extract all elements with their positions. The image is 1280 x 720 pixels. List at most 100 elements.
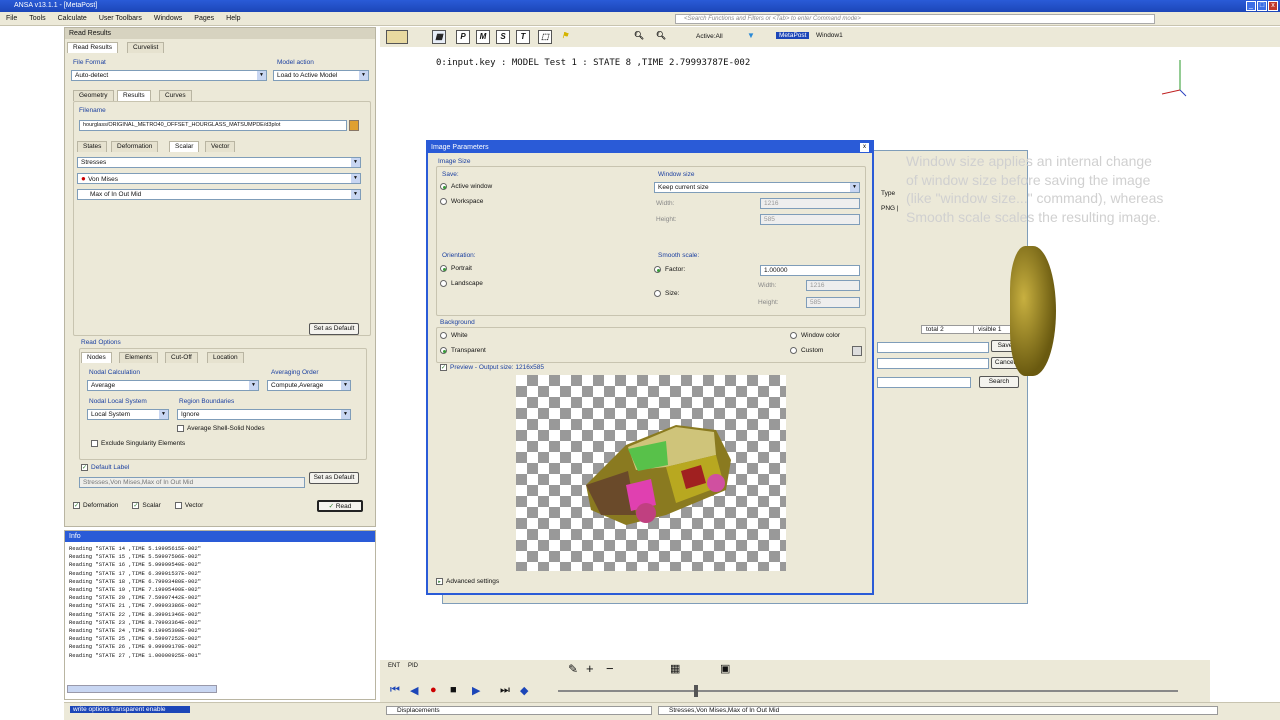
window-tag[interactable]: MetaPost [776, 32, 810, 39]
landscape-radio[interactable]: Landscape [440, 280, 483, 287]
menu-tools[interactable]: Tools [29, 15, 45, 22]
default-label-field[interactable]: Stresses,Von Mises,Max of In Out Mid [79, 477, 305, 488]
white-radio[interactable]: White [440, 332, 468, 339]
file-format-select[interactable]: Auto-detect ▼ [71, 70, 267, 81]
filename-field[interactable]: hourglass/ORIGINAL_METRO40_OFFSET_HOURGL… [79, 120, 347, 131]
save-name-field[interactable] [877, 342, 989, 353]
tab-states[interactable]: States [77, 141, 108, 152]
active-label[interactable]: Active:All [696, 33, 723, 40]
nodal-calc-select[interactable]: Average ▼ [87, 380, 259, 391]
search-button[interactable]: Search [979, 376, 1019, 388]
scalar-status[interactable]: Stresses,Von Mises,Max of In Out Mid [658, 706, 1218, 715]
tab-scalar[interactable]: Scalar [169, 141, 200, 152]
tab-cut-off[interactable]: Cut-Off [165, 352, 198, 363]
zoom-icon[interactable]: 🔍︎ [632, 30, 646, 44]
search-field[interactable] [877, 377, 971, 388]
folder-icon[interactable] [349, 120, 359, 131]
region-select[interactable]: Ignore ▼ [177, 409, 351, 420]
pid-icon[interactable]: PID [408, 663, 418, 669]
tab-results[interactable]: Results [117, 90, 151, 101]
read-button[interactable]: ✓ Read [317, 500, 363, 512]
avg-shell-solid-checkbox[interactable]: Average Shell-Solid Nodes [177, 425, 265, 432]
transparent-radio[interactable]: Transparent [440, 347, 486, 354]
scalar-location-select[interactable]: Max of In Out Mid ▼ [77, 189, 361, 200]
scalar-type-select[interactable]: Stresses ▼ [77, 157, 361, 168]
tab-elements[interactable]: Elements [119, 352, 159, 363]
menu-file[interactable]: File [6, 15, 17, 22]
zoom-fit-icon[interactable]: 🔍︎ [654, 30, 668, 44]
height-field[interactable]: 585 [760, 214, 860, 225]
tab-read-results[interactable]: Read Results [67, 42, 119, 53]
lock-icon[interactable]: ▣ [720, 662, 730, 675]
window-name[interactable]: Window1 [816, 32, 843, 39]
frame-slider-handle[interactable] [694, 685, 698, 697]
custom-radio[interactable]: Custom [790, 347, 823, 354]
last-frame-icon[interactable]: ⏭ [500, 684, 510, 697]
minus-icon[interactable]: − [606, 661, 614, 676]
factor-field[interactable]: 1.00000 [760, 265, 860, 276]
ent-icon[interactable]: ENT [388, 663, 400, 669]
factor-radio[interactable]: Factor: [654, 266, 685, 273]
set-default-button-2[interactable]: Set as Default [309, 472, 359, 484]
menu-pages[interactable]: Pages [194, 15, 214, 22]
minimize-button[interactable]: _ [1246, 1, 1256, 11]
window-color-radio[interactable]: Window color [790, 332, 840, 339]
window-size-select[interactable]: Keep current size ▼ [654, 182, 860, 193]
step-back-icon[interactable]: ◀ [410, 684, 418, 697]
default-label-checkbox[interactable]: ✓ Default Label [81, 464, 129, 471]
play-icon[interactable]: ▶ [472, 684, 480, 697]
menu-calculate[interactable]: Calculate [58, 15, 87, 22]
pen-icon[interactable]: ✎ [568, 662, 578, 676]
plus-icon[interactable]: + [586, 661, 594, 676]
workspace-radio[interactable]: Workspace [440, 198, 483, 205]
maximize-button[interactable]: □ [1257, 1, 1267, 11]
info-scrollbar[interactable] [67, 685, 217, 693]
scalar-toggle[interactable]: ✓ Scalar [132, 502, 161, 509]
preview-checkbox[interactable]: ✓ Preview - Output size: 1216x585 [440, 364, 544, 371]
set-default-button[interactable]: Set as Default [309, 323, 359, 335]
menu-help[interactable]: Help [226, 15, 240, 22]
bounce-icon[interactable]: ◆ [520, 684, 528, 697]
width-field[interactable]: 1216 [760, 198, 860, 209]
deformation-status[interactable]: Displacements [386, 706, 652, 715]
tab-nodes[interactable]: Nodes [81, 352, 112, 363]
menu-user-toolbars[interactable]: User Toolbars [99, 15, 142, 22]
active-window-radio[interactable]: Active window [440, 183, 492, 190]
tab-geometry[interactable]: Geometry [73, 90, 114, 101]
close-button[interactable]: x [1268, 1, 1278, 11]
menu-windows[interactable]: Windows [154, 15, 182, 22]
m-mode-icon[interactable]: M [476, 30, 490, 44]
size-radio[interactable]: Size: [654, 290, 679, 297]
s-mode-icon[interactable]: S [496, 30, 510, 44]
camera-icon[interactable] [386, 30, 408, 44]
model-action-select[interactable]: Load to Active Model ▼ [273, 70, 369, 81]
close-icon[interactable]: x [860, 143, 869, 152]
tab-location[interactable]: Location [207, 352, 244, 363]
filter-icon[interactable]: ▼ [744, 30, 758, 44]
color-picker-icon[interactable] [852, 346, 862, 356]
nodal-local-select[interactable]: Local System ▼ [87, 409, 169, 420]
command-search-input[interactable]: <Search Functions and Filters or <Tab> t… [675, 14, 1155, 24]
advanced-settings-toggle[interactable]: ▸ Advanced settings [436, 578, 499, 585]
tab-deformation[interactable]: Deformation [111, 141, 159, 152]
tab-curvelist[interactable]: Curvelist [127, 42, 165, 53]
record-icon[interactable]: ● [430, 684, 437, 696]
portrait-radio[interactable]: Portrait [440, 265, 472, 272]
tab-curves[interactable]: Curves [159, 90, 192, 101]
grid-icon[interactable]: ▦ [670, 662, 680, 675]
first-frame-icon[interactable]: ⏮ [390, 684, 400, 697]
vector-toggle[interactable]: Vector [174, 502, 203, 509]
save-format-select[interactable] [877, 358, 989, 369]
flag-icon[interactable]: ⚑ [558, 30, 572, 44]
deformation-toggle[interactable]: ✓ Deformation [73, 502, 118, 509]
tab-vector[interactable]: Vector [205, 141, 236, 152]
select-icon[interactable]: ⬚ [538, 30, 552, 44]
stop-icon[interactable]: ■ [450, 684, 457, 696]
scalar-component-select[interactable]: ● Von Mises ▼ [77, 173, 361, 184]
frame-slider[interactable] [558, 690, 1178, 692]
exclude-singularity-checkbox[interactable]: Exclude Singularity Elements [91, 440, 185, 447]
t-mode-icon[interactable]: T [516, 30, 530, 44]
scale-width-field[interactable]: 1216 [806, 280, 860, 291]
scale-height-field[interactable]: 585 [806, 297, 860, 308]
averaging-order-select[interactable]: Compute,Average ▼ [267, 380, 351, 391]
